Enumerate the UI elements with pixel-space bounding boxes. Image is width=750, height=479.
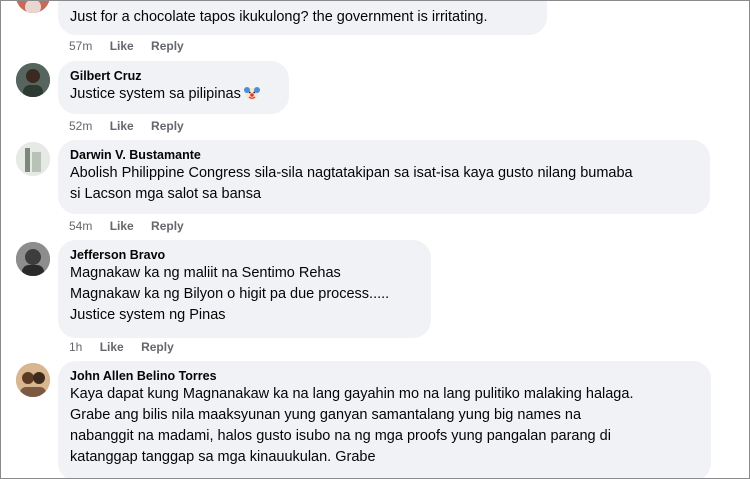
comment-text-line: Justice system ng Pinas bbox=[70, 307, 226, 323]
avatar-photo-icon bbox=[16, 363, 50, 397]
reply-button[interactable]: Reply bbox=[141, 340, 174, 354]
comment-text-line: nabanggit na madami, halos gusto isubo n… bbox=[70, 428, 611, 444]
comment-timestamp[interactable]: 1h bbox=[69, 340, 82, 354]
avatar[interactable] bbox=[16, 242, 50, 276]
reply-button[interactable]: Reply bbox=[151, 119, 184, 133]
comment-meta: 57m Like Reply bbox=[69, 38, 198, 54]
comment-author[interactable]: John Allen Belino Torres bbox=[70, 368, 699, 384]
clown-face-emoji-icon bbox=[243, 87, 260, 100]
comment-meta: 52m Like Reply bbox=[69, 118, 198, 134]
avatar-photo-icon bbox=[16, 242, 50, 276]
comment-text-line: Just for a chocolate tapos ikukulong? th… bbox=[70, 9, 488, 25]
reply-button[interactable]: Reply bbox=[151, 219, 184, 233]
comment-author[interactable]: Gilbert Cruz bbox=[70, 68, 277, 84]
like-button[interactable]: Like bbox=[100, 340, 124, 354]
comment-bubble: John Allen Belino Torres Kaya dapat kung… bbox=[58, 361, 711, 478]
avatar-photo-icon bbox=[16, 142, 50, 176]
comment-text-line: katanggap tanggap sa mga kinauukulan. Gr… bbox=[70, 449, 376, 465]
comment-text-line: Justice system sa pilipinas bbox=[70, 84, 277, 105]
comments-panel: Just for a chocolate tapos ikukulong? th… bbox=[0, 0, 750, 479]
comment-bubble: Gilbert Cruz Justice system sa pilipinas bbox=[58, 61, 289, 114]
comment-text-line: Magnakaw ka ng maliit na Sentimo Rehas bbox=[70, 265, 341, 281]
avatar[interactable] bbox=[16, 1, 50, 13]
comment-bubble: Just for a chocolate tapos ikukulong? th… bbox=[58, 1, 547, 35]
avatar-photo-icon bbox=[16, 63, 50, 97]
comment-author[interactable]: Darwin V. Bustamante bbox=[70, 147, 698, 163]
comment-text: Justice system sa pilipinas bbox=[70, 86, 241, 102]
like-button[interactable]: Like bbox=[110, 219, 134, 233]
comment-timestamp[interactable]: 52m bbox=[69, 119, 92, 133]
like-button[interactable]: Like bbox=[110, 39, 134, 53]
avatar[interactable] bbox=[16, 63, 50, 97]
avatar[interactable] bbox=[16, 142, 50, 176]
comment-text-line: Grabe ang bilis nila maaksyunan yung gan… bbox=[70, 407, 582, 423]
comment-timestamp[interactable]: 54m bbox=[69, 219, 92, 233]
comment-bubble: Darwin V. Bustamante Abolish Philippine … bbox=[58, 140, 710, 214]
comment-text-line: Magnakaw ka ng Bilyon o higit pa due pro… bbox=[70, 286, 390, 302]
comment-text-line: Abolish Philippine Congress sila-sila na… bbox=[70, 165, 633, 181]
comment-timestamp[interactable]: 57m bbox=[69, 39, 92, 53]
avatar-photo-icon bbox=[16, 1, 50, 13]
comment-meta: 54m Like Reply bbox=[69, 218, 198, 234]
comment-meta: 1h Like Reply bbox=[69, 339, 188, 355]
comment-bubble: Jefferson Bravo Magnakaw ka ng maliit na… bbox=[58, 240, 431, 338]
comment-text-line: Kaya dapat kung Magnanakaw ka na lang ga… bbox=[70, 386, 634, 402]
comment-text-line: si Lacson mga salot sa bansa bbox=[70, 186, 262, 202]
avatar[interactable] bbox=[16, 363, 50, 397]
like-button[interactable]: Like bbox=[110, 119, 134, 133]
comment-author[interactable]: Jefferson Bravo bbox=[70, 247, 419, 263]
reply-button[interactable]: Reply bbox=[151, 39, 184, 53]
